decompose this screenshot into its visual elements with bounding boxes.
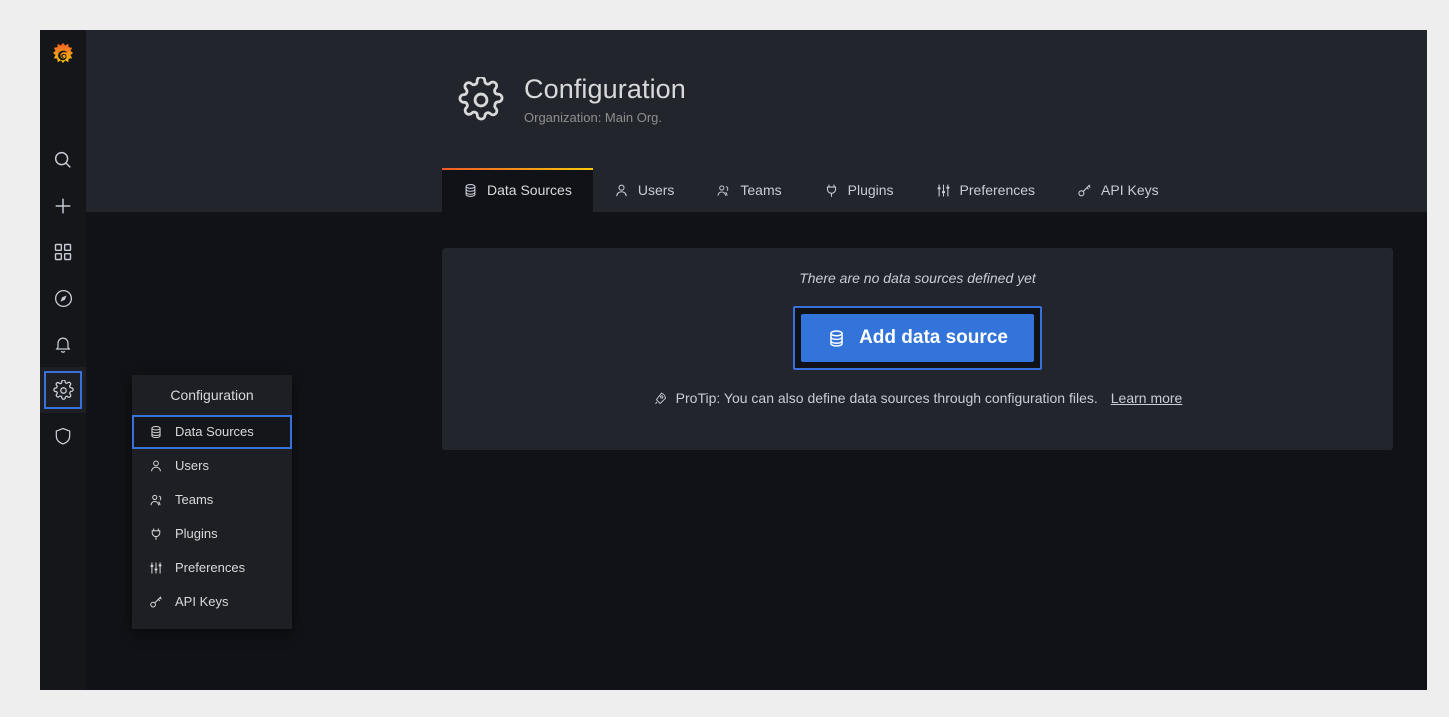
users-icon — [149, 493, 164, 508]
tab-label: Plugins — [847, 182, 894, 198]
database-icon — [463, 183, 478, 198]
sidebar-item-alerting[interactable] — [40, 321, 86, 367]
main-sidebar — [40, 30, 86, 690]
gear-icon — [458, 75, 504, 123]
tab-label: Preferences — [959, 182, 1036, 198]
shield-icon — [53, 426, 73, 446]
add-data-source-button[interactable]: Add data source — [801, 314, 1034, 362]
dashboards-icon — [53, 242, 73, 262]
sidebar-item-explore[interactable] — [40, 275, 86, 321]
users-icon — [716, 183, 731, 198]
grafana-app-window: Configuration Organization: Main Org. Da… — [40, 30, 1427, 690]
tab-label: Data Sources — [487, 182, 572, 198]
tab-teams[interactable]: Teams — [695, 168, 802, 212]
sidebar-item-dashboards[interactable] — [40, 229, 86, 275]
sliders-icon — [149, 561, 164, 576]
tab-plugins[interactable]: Plugins — [803, 168, 915, 212]
tab-preferences[interactable]: Preferences — [915, 168, 1056, 212]
protip-text: ProTip: You can also define data sources… — [675, 390, 1098, 406]
empty-state-message: There are no data sources defined yet — [799, 270, 1036, 286]
key-icon — [1077, 183, 1092, 198]
plus-icon — [52, 195, 74, 217]
search-icon — [52, 149, 74, 171]
dropdown-item-label: Data Sources — [175, 424, 254, 439]
page-subtitle: Organization: Main Org. — [524, 110, 663, 125]
database-icon — [827, 329, 846, 348]
dropdown-item-label: Plugins — [175, 526, 218, 541]
add-data-source-focus-ring: Add data source — [793, 306, 1042, 370]
dropdown-item-plugins[interactable]: Plugins — [132, 517, 292, 551]
sliders-icon — [936, 183, 951, 198]
sidebar-item-server-admin[interactable] — [40, 413, 86, 459]
page-header: Configuration Organization: Main Org. Da… — [86, 30, 1427, 212]
page-heading-text: Configuration Organization: Main Org. — [524, 73, 686, 126]
tab-label: Teams — [740, 182, 782, 198]
dropdown-item-label: API Keys — [175, 594, 229, 609]
tab-api-keys[interactable]: API Keys — [1056, 168, 1180, 212]
add-data-source-label: Add data source — [859, 327, 1008, 348]
dropdown-item-users[interactable]: Users — [132, 449, 292, 483]
dropdown-item-data-sources[interactable]: Data Sources — [132, 415, 292, 449]
learn-more-link[interactable]: Learn more — [1111, 388, 1183, 408]
database-icon — [149, 425, 164, 440]
main-column: Configuration Organization: Main Org. Da… — [86, 30, 1427, 690]
tab-label: Users — [637, 182, 675, 198]
data-sources-empty-panel: There are no data sources defined yet Ad… — [442, 248, 1393, 450]
dropdown-item-label: Users — [175, 458, 209, 473]
page-heading: Configuration Organization: Main Org. — [458, 73, 686, 126]
gear-icon — [52, 379, 74, 401]
plug-icon — [824, 183, 839, 198]
tab-data-sources[interactable]: Data Sources — [442, 168, 593, 212]
sidebar-item-search[interactable] — [40, 137, 86, 183]
key-icon — [149, 595, 164, 610]
compass-icon — [53, 288, 74, 309]
dropdown-item-teams[interactable]: Teams — [132, 483, 292, 517]
dropdown-item-label: Teams — [175, 492, 214, 507]
protip-row: ProTip: You can also define data sources… — [442, 388, 1393, 408]
rocket-icon — [653, 391, 668, 406]
plug-icon — [149, 527, 164, 542]
tab-users[interactable]: Users — [593, 168, 696, 212]
page-title: Configuration — [524, 74, 686, 104]
tab-label: API Keys — [1101, 182, 1159, 198]
user-icon — [149, 459, 164, 474]
user-icon — [614, 183, 629, 198]
grafana-logo[interactable] — [40, 33, 86, 79]
configuration-dropdown-menu: Configuration Data Sources Users Teams P… — [132, 375, 292, 629]
dropdown-title: Configuration — [170, 387, 254, 403]
dropdown-item-label: Preferences — [175, 560, 246, 575]
config-tab-bar: Data Sources Users Teams Plugins Prefere… — [442, 168, 1180, 212]
bell-icon — [53, 334, 73, 354]
sidebar-item-configuration[interactable] — [40, 367, 86, 413]
dropdown-item-preferences[interactable]: Preferences — [132, 551, 292, 585]
sidebar-item-create[interactable] — [40, 183, 86, 229]
dropdown-item-api-keys[interactable]: API Keys — [132, 585, 292, 619]
